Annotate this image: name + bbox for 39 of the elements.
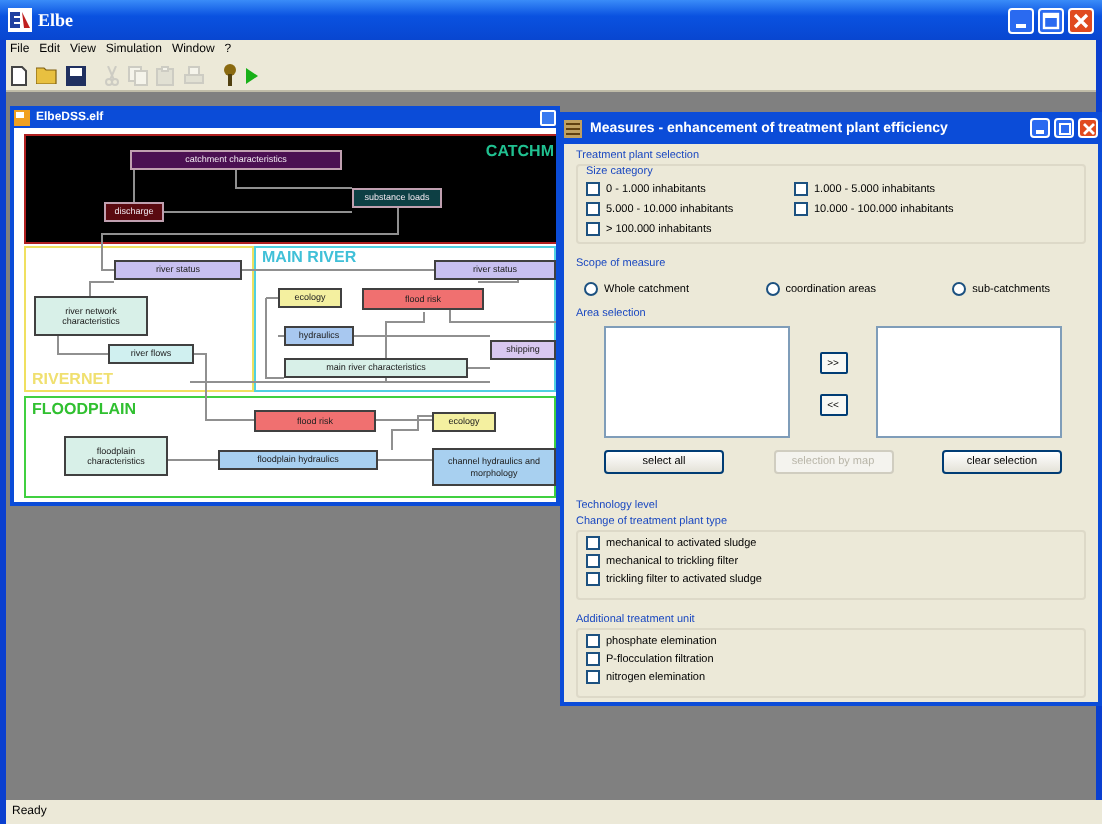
- new-file-icon[interactable]: [10, 65, 28, 85]
- radio-button[interactable]: [765, 282, 780, 296]
- window-icon: [564, 119, 582, 137]
- list-box[interactable]: [604, 326, 790, 438]
- folder-icon[interactable]: [36, 66, 58, 84]
- checkbox[interactable]: [586, 670, 600, 684]
- maximize-icon: [1057, 121, 1071, 135]
- checkbox[interactable]: [586, 572, 600, 586]
- checkbox[interactable]: [586, 222, 600, 236]
- close-icon: [1081, 121, 1095, 135]
- close-button[interactable]: [1078, 118, 1098, 138]
- region-label: MAIN RIVER: [262, 248, 357, 266]
- maximize-icon: [1042, 11, 1060, 29]
- radio-button[interactable]: [584, 282, 598, 296]
- checkbox[interactable]: [586, 554, 600, 568]
- checkbox[interactable]: [586, 202, 600, 216]
- checkbox[interactable]: [794, 202, 808, 216]
- checkbox[interactable]: [586, 536, 600, 550]
- close-button[interactable]: [1068, 7, 1094, 33]
- maximize-button[interactable]: [1038, 7, 1064, 33]
- minimize-icon: [1016, 23, 1026, 27]
- pin-icon[interactable]: [222, 64, 238, 86]
- region-label: FLOODPLAIN: [32, 400, 136, 418]
- minimize-button[interactable]: [540, 109, 556, 125]
- app-icon: [8, 8, 32, 32]
- window-title: Elbe: [38, 10, 74, 30]
- checkbox[interactable]: [794, 182, 808, 196]
- region-label: RIVERNET: [32, 370, 113, 388]
- minimize-button[interactable]: [1030, 118, 1050, 138]
- region-label: CATCHM: [485, 142, 554, 160]
- checkbox[interactable]: [586, 182, 600, 196]
- minimize-icon: [1036, 130, 1044, 134]
- checkbox[interactable]: [586, 652, 600, 666]
- radio-button[interactable]: [952, 282, 967, 296]
- close-icon: [1072, 11, 1090, 29]
- list-box[interactable]: [876, 326, 1062, 438]
- checkbox[interactable]: [586, 634, 600, 648]
- maximize-button[interactable]: [1054, 118, 1074, 138]
- minimize-button[interactable]: [1008, 7, 1034, 33]
